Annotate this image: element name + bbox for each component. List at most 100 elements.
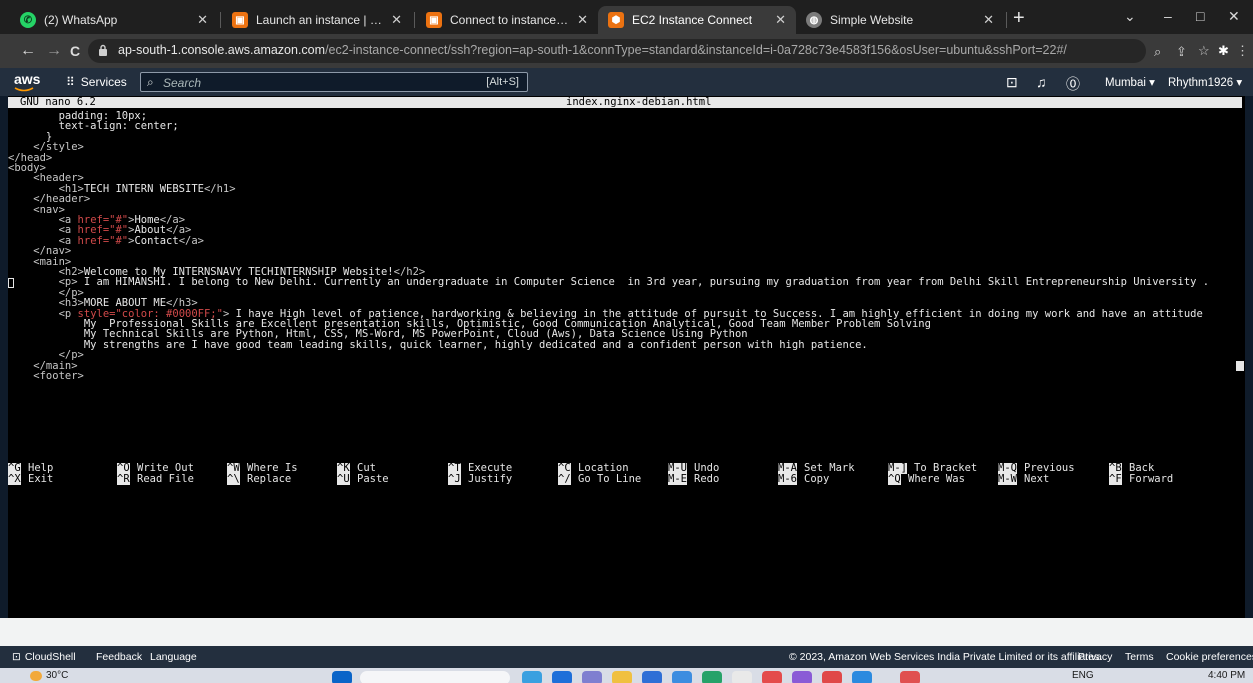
feedback-link[interactable]: Feedback bbox=[96, 651, 142, 663]
edge-icon[interactable] bbox=[582, 671, 602, 683]
shortcut-label: Copy bbox=[804, 473, 830, 485]
app-icon[interactable] bbox=[852, 671, 872, 683]
aws-logo[interactable]: aws bbox=[14, 71, 40, 87]
shortcut-key: M-E bbox=[668, 473, 687, 485]
tab-search-chevron-icon[interactable]: ⌄ bbox=[1124, 8, 1136, 25]
shortcut-key: M-6 bbox=[778, 473, 797, 485]
privacy-link[interactable]: Privacy bbox=[1078, 651, 1112, 663]
cookie-preferences-link[interactable]: Cookie preferences bbox=[1166, 651, 1253, 663]
code-token: href="#" bbox=[77, 234, 129, 247]
shortcut-key: ^Q bbox=[888, 473, 901, 485]
app-icon[interactable] bbox=[702, 671, 722, 683]
tab-launch-instance[interactable]: ▣ Launch an instance | EC2 Manag ✕ bbox=[222, 6, 412, 34]
minimize-button[interactable]: – bbox=[1164, 8, 1172, 24]
code-token: Contact bbox=[134, 234, 179, 247]
menu-kebab-icon[interactable]: ⋮ bbox=[1236, 43, 1249, 59]
url-text: ap-south-1.console.aws.amazon.com/ec2-in… bbox=[118, 43, 1067, 57]
cloudshell-button[interactable]: ⊡ CloudShell bbox=[12, 651, 76, 663]
copyright-text: © 2023, Amazon Web Services India Privat… bbox=[789, 651, 1103, 663]
close-icon[interactable]: ✕ bbox=[197, 12, 208, 28]
code-token: My strengths are I have good team leadin… bbox=[8, 338, 868, 351]
aws-ec2-icon: ⬢ bbox=[608, 12, 624, 28]
region-selector[interactable]: Mumbai ▾ bbox=[1105, 75, 1155, 89]
whatsapp-icon: ✆ bbox=[20, 12, 36, 28]
terminal-bottom-margin bbox=[0, 618, 1253, 646]
close-icon[interactable]: ✕ bbox=[983, 12, 994, 28]
browser-toolbar: ← → C ap-south-1.console.aws.amazon.com/… bbox=[0, 34, 1253, 68]
ssh-terminal[interactable]: GNU nano 6.2 index.nginx-debian.html pad… bbox=[8, 96, 1245, 618]
zoom-icon[interactable]: ⌕ bbox=[1154, 44, 1161, 60]
terms-link[interactable]: Terms bbox=[1125, 651, 1154, 663]
close-window-button[interactable]: ✕ bbox=[1228, 8, 1240, 25]
input-language[interactable]: ENG bbox=[1072, 670, 1094, 681]
address-bar[interactable]: ap-south-1.console.aws.amazon.com/ec2-in… bbox=[88, 39, 1146, 63]
extensions-icon[interactable]: ✱ bbox=[1218, 43, 1229, 59]
terminal-cursor-box bbox=[8, 278, 14, 288]
file-explorer-icon[interactable] bbox=[612, 671, 632, 683]
help-icon[interactable]: ⓪ bbox=[1066, 74, 1080, 94]
teams-icon[interactable] bbox=[552, 671, 572, 683]
app-icon[interactable] bbox=[762, 671, 782, 683]
reload-button[interactable]: C bbox=[70, 42, 80, 60]
services-menu[interactable]: ⠿ Services bbox=[66, 75, 127, 89]
cloudshell-label: CloudShell bbox=[24, 651, 76, 663]
language-link[interactable]: Language bbox=[150, 651, 197, 663]
shortcut-key: ^/ bbox=[558, 473, 571, 485]
nano-filename: index.nginx-debian.html bbox=[566, 96, 712, 108]
aws-search-input[interactable]: ⌕ Search [Alt+S] bbox=[140, 72, 528, 92]
tab-whatsapp[interactable]: ✆ (2) WhatsApp ✕ bbox=[10, 6, 218, 34]
tab-label: Simple Website bbox=[830, 13, 914, 27]
clock[interactable]: 4:40 PM bbox=[1208, 670, 1245, 681]
app-icon[interactable] bbox=[792, 671, 812, 683]
tab-label: EC2 Instance Connect bbox=[632, 13, 753, 27]
store-icon[interactable] bbox=[642, 671, 662, 683]
shortcut-label: Paste bbox=[357, 473, 389, 485]
share-icon[interactable]: ⇪ bbox=[1176, 44, 1187, 60]
start-icon[interactable] bbox=[332, 671, 352, 683]
url-host: ap-south-1.console.aws.amazon.com bbox=[118, 43, 326, 57]
browser-tab-strip: ✆ (2) WhatsApp ✕ ▣ Launch an instance | … bbox=[0, 0, 1253, 34]
tab-simple-website[interactable]: ◍ Simple Website ✕ bbox=[796, 6, 1004, 34]
weather-temp: 30°C bbox=[46, 670, 69, 681]
search-placeholder: Search bbox=[163, 76, 202, 90]
search-icon: ⌕ bbox=[147, 75, 154, 89]
aws-ec2-icon: ▣ bbox=[426, 12, 442, 28]
lock-icon bbox=[99, 44, 107, 56]
maximize-button[interactable]: □ bbox=[1196, 8, 1204, 24]
cloudshell-icon[interactable]: ⊡ bbox=[1006, 74, 1018, 91]
widgets-icon[interactable] bbox=[522, 671, 542, 683]
shortcut-key: ^R bbox=[117, 473, 130, 485]
tab-divider bbox=[220, 12, 221, 28]
windows-taskbar: 30°C ENG 4:40 PM bbox=[0, 668, 1253, 683]
shortcut-key: ^U bbox=[337, 473, 350, 485]
app-icon[interactable] bbox=[822, 671, 842, 683]
tab-label: (2) WhatsApp bbox=[44, 13, 118, 27]
tab-label: Launch an instance | EC2 Manag bbox=[256, 13, 383, 27]
code-token: I am HIMANSHI. I belong to New Delhi. Cu… bbox=[77, 276, 1210, 289]
weather-icon[interactable] bbox=[30, 671, 42, 681]
close-icon[interactable]: ✕ bbox=[775, 12, 786, 28]
close-icon[interactable]: ✕ bbox=[391, 12, 402, 28]
back-button[interactable]: ← bbox=[20, 42, 36, 60]
word-icon[interactable] bbox=[672, 671, 692, 683]
shortcut-key: ^\ bbox=[227, 473, 240, 485]
account-menu[interactable]: Rhythm1926 ▾ bbox=[1168, 75, 1242, 89]
code-token: TECH INTERN WEBSITE bbox=[83, 182, 204, 195]
code-line: <footer> bbox=[8, 371, 84, 382]
shortcut-label: Justify bbox=[468, 473, 513, 485]
app-icon[interactable] bbox=[900, 671, 920, 683]
tab-connect-instance[interactable]: ▣ Connect to instance | EC2 Manag ✕ bbox=[416, 6, 598, 34]
close-icon[interactable]: ✕ bbox=[577, 12, 588, 28]
aws-smile-icon bbox=[14, 87, 34, 92]
notifications-bell-icon[interactable]: ♫ bbox=[1036, 74, 1047, 90]
tab-ec2-instance-connect[interactable]: ⬢ EC2 Instance Connect ✕ bbox=[598, 6, 796, 34]
code-line: <p> I am HIMANSHI. I belong to New Delhi… bbox=[8, 276, 1210, 289]
bookmark-star-icon[interactable]: ☆ bbox=[1198, 43, 1210, 59]
code-line: My strengths are I have good team leadin… bbox=[8, 340, 868, 351]
chrome-icon[interactable] bbox=[732, 671, 752, 683]
shortcut-label: Go To Line bbox=[578, 473, 642, 485]
taskbar-search-icon[interactable] bbox=[360, 671, 510, 683]
forward-button[interactable]: → bbox=[46, 42, 62, 60]
new-tab-button[interactable]: + bbox=[1013, 8, 1025, 28]
shortcut-key: M-W bbox=[998, 473, 1017, 485]
